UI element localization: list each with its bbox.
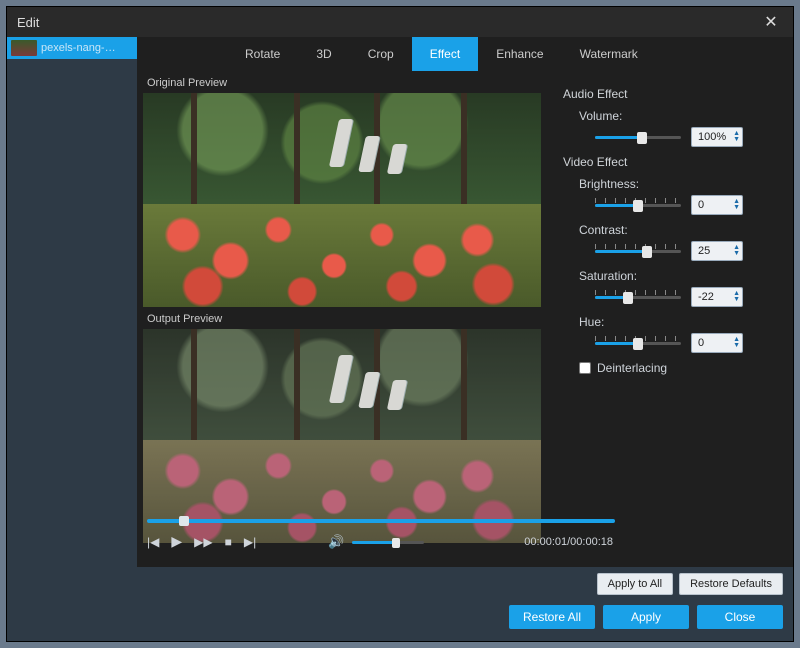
restore-defaults-button[interactable]: Restore Defaults — [679, 573, 783, 595]
tab-bar: Rotate3DCropEffectEnhanceWatermark — [137, 37, 793, 71]
file-sidebar: pexels-nang-… — [7, 37, 137, 641]
brightness-spinner[interactable]: 0 ▲▼ — [691, 195, 743, 215]
fast-forward-button[interactable]: ▶▶ — [194, 535, 212, 549]
prev-frame-button[interactable]: |◀ — [147, 535, 159, 549]
saturation-value: -22 — [698, 291, 714, 303]
spinner-arrows-icon[interactable]: ▲▼ — [733, 245, 740, 257]
brightness-value: 0 — [698, 199, 704, 211]
tab-3d[interactable]: 3D — [298, 37, 349, 71]
contrast-spinner[interactable]: 25 ▲▼ — [691, 241, 743, 261]
spinner-arrows-icon[interactable]: ▲▼ — [733, 337, 740, 349]
brightness-label: Brightness: — [579, 177, 779, 191]
saturation-label: Saturation: — [579, 269, 779, 283]
titlebar: Edit ✕ — [7, 7, 793, 37]
apply-to-all-button[interactable]: Apply to All — [597, 573, 673, 595]
file-name: pexels-nang-… — [41, 42, 116, 54]
volume-icon[interactable]: 🔊 — [328, 534, 344, 550]
edit-window: Edit ✕ pexels-nang-… Rotate3DCropEffectE… — [6, 6, 794, 642]
apply-button[interactable]: Apply — [603, 605, 689, 629]
play-button[interactable]: ▶ — [171, 533, 182, 550]
volume-spinner[interactable]: 100% ▲▼ — [691, 127, 743, 147]
close-icon[interactable]: ✕ — [759, 12, 783, 32]
hue-slider[interactable] — [595, 336, 681, 350]
original-preview[interactable] — [143, 93, 541, 307]
hue-spinner[interactable]: 0 ▲▼ — [691, 333, 743, 353]
spinner-arrows-icon[interactable]: ▲▼ — [733, 291, 740, 303]
spinner-arrows-icon[interactable]: ▲▼ — [733, 199, 740, 211]
file-item[interactable]: pexels-nang-… — [7, 37, 137, 59]
contrast-value: 25 — [698, 245, 710, 257]
playback-bar: |◀ ▶ ▶▶ ■ ▶| 🔊 00:00:01/00:00:18 — [147, 515, 783, 563]
tab-watermark[interactable]: Watermark — [562, 37, 656, 71]
spinner-arrows-icon[interactable]: ▲▼ — [733, 131, 740, 143]
saturation-spinner[interactable]: -22 ▲▼ — [691, 287, 743, 307]
window-title: Edit — [17, 15, 759, 30]
next-frame-button[interactable]: ▶| — [244, 535, 256, 549]
tab-effect[interactable]: Effect — [412, 37, 478, 71]
tab-enhance[interactable]: Enhance — [478, 37, 561, 71]
checkbox-icon[interactable] — [579, 362, 591, 374]
brightness-slider[interactable] — [595, 198, 681, 212]
stop-button[interactable]: ■ — [225, 535, 232, 549]
close-button[interactable]: Close — [697, 605, 783, 629]
contrast-slider[interactable] — [595, 244, 681, 258]
deinterlacing-checkbox[interactable]: Deinterlacing — [579, 361, 779, 375]
seek-slider[interactable] — [147, 515, 783, 525]
audio-section-title: Audio Effect — [563, 87, 779, 101]
saturation-slider[interactable] — [595, 290, 681, 304]
tab-rotate[interactable]: Rotate — [227, 37, 298, 71]
contrast-label: Contrast: — [579, 223, 779, 237]
hue-value: 0 — [698, 337, 704, 349]
hue-label: Hue: — [579, 315, 779, 329]
volume-value: 100% — [698, 131, 726, 143]
restore-all-button[interactable]: Restore All — [509, 605, 595, 629]
output-preview-label: Output Preview — [143, 307, 545, 329]
tab-crop[interactable]: Crop — [350, 37, 412, 71]
deinterlacing-label: Deinterlacing — [597, 361, 667, 375]
original-preview-label: Original Preview — [143, 71, 545, 93]
video-section-title: Video Effect — [563, 155, 779, 169]
output-preview[interactable] — [143, 329, 541, 543]
volume-slider[interactable] — [595, 130, 681, 144]
file-thumbnail — [11, 40, 37, 56]
playback-volume-slider[interactable] — [352, 536, 424, 548]
volume-label: Volume: — [579, 109, 779, 123]
time-display: 00:00:01/00:00:18 — [524, 536, 613, 548]
